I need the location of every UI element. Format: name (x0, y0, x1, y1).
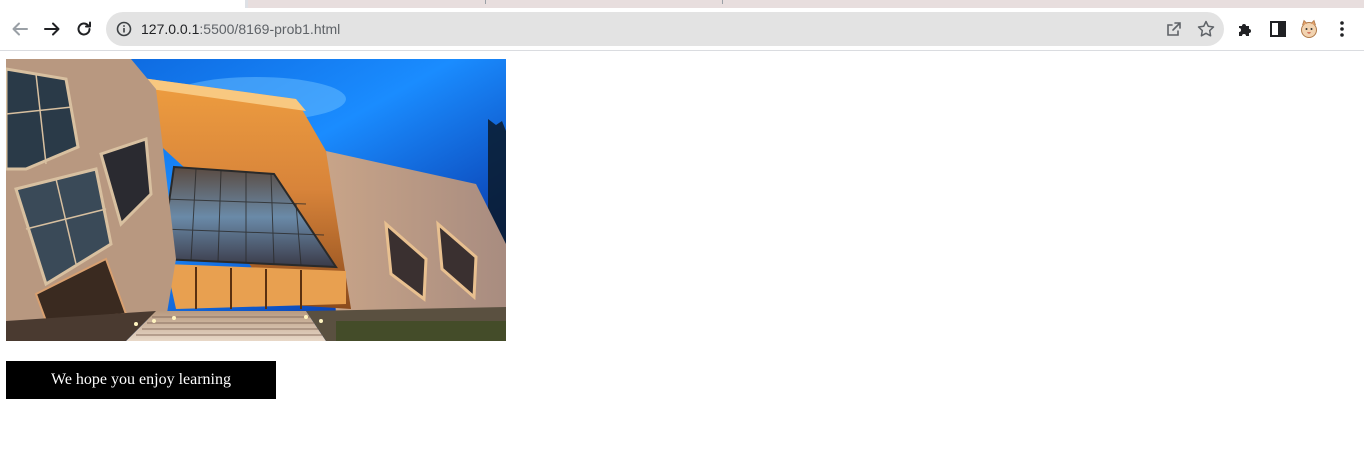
tab-separator (722, 0, 723, 4)
share-icon[interactable] (1164, 19, 1184, 39)
reload-icon (77, 21, 91, 36)
side-panel-button[interactable] (1268, 19, 1288, 39)
url-text[interactable]: 127.0.0.1:5500/8169-prob1.html (141, 20, 340, 38)
extensions-button[interactable] (1236, 19, 1256, 39)
hero-image (6, 59, 506, 341)
tab-strip (0, 0, 1364, 8)
reload-button[interactable] (71, 16, 97, 42)
more-menu-icon (1340, 21, 1344, 37)
inactive-tab-area[interactable] (248, 0, 1364, 8)
side-panel-icon (1270, 21, 1286, 37)
building-photo (6, 59, 506, 341)
forward-icon (44, 22, 60, 36)
back-button[interactable] (7, 16, 33, 42)
profile-avatar-icon (1301, 19, 1317, 38)
url-host: 127.0.0.1 (141, 21, 200, 37)
more-menu-button[interactable] (1332, 19, 1352, 39)
info-icon[interactable] (115, 20, 133, 38)
extensions-puzzle-icon (1239, 24, 1251, 36)
url-path: :5500/8169-prob1.html (199, 21, 341, 37)
forward-button[interactable] (39, 16, 65, 42)
back-icon (12, 22, 28, 36)
profile-button[interactable] (1299, 19, 1319, 39)
tab-separator (485, 0, 486, 4)
browser-toolbar: 127.0.0.1:5500/8169-prob1.html (0, 8, 1364, 51)
enjoy-learning-label: We hope you enjoy learning (51, 371, 231, 388)
bookmark-star-icon[interactable] (1196, 19, 1216, 39)
address-bar[interactable]: 127.0.0.1:5500/8169-prob1.html (106, 12, 1224, 46)
enjoy-learning-button[interactable]: We hope you enjoy learning (6, 361, 276, 399)
active-tab[interactable] (0, 0, 245, 8)
